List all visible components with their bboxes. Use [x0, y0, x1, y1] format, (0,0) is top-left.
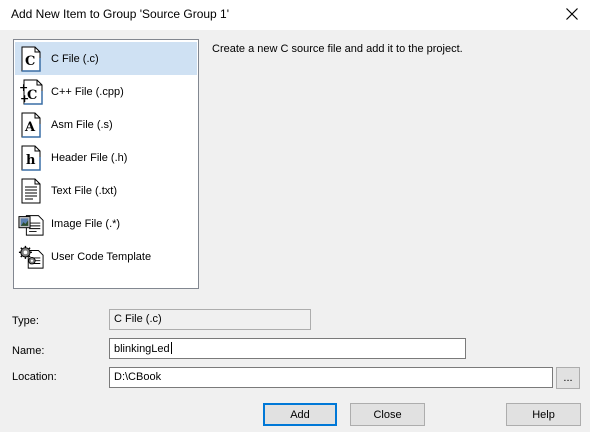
list-item-label: Asm File (.s): [51, 118, 113, 131]
list-item-label: C File (.c): [51, 52, 99, 65]
location-input[interactable]: D:\CBook: [109, 367, 553, 388]
asm-file-icon: A: [18, 111, 44, 139]
c-file-icon: C: [18, 45, 44, 73]
list-item-label: Image File (.*): [51, 217, 121, 230]
svg-text:A: A: [24, 120, 36, 135]
list-item-label: Text File (.txt): [51, 184, 118, 197]
close-icon: [566, 8, 578, 20]
title-bar: Add New Item to Group 'Source Group 1': [0, 0, 590, 30]
list-item-label: Header File (.h): [51, 151, 128, 164]
image-file-icon: [18, 210, 44, 238]
cpp-file-icon: C + +: [18, 78, 44, 106]
name-input-value: blinkingLed: [114, 343, 170, 355]
header-file-icon: h: [18, 144, 44, 172]
type-field: C File (.c): [109, 309, 311, 330]
close-button-label: Close: [373, 408, 402, 421]
list-item-c-file[interactable]: C C File (.c): [15, 42, 197, 75]
help-button[interactable]: Help: [506, 403, 581, 426]
name-input[interactable]: blinkingLed: [109, 338, 466, 359]
close-window-button[interactable]: [560, 3, 584, 25]
browse-button-label: ...: [563, 372, 573, 384]
add-button[interactable]: Add: [263, 403, 337, 426]
list-item-user-code-template[interactable]: User Code Template: [15, 240, 197, 273]
name-label: Name:: [12, 345, 45, 357]
list-item-label: User Code Template: [51, 250, 152, 263]
type-label: Type:: [12, 315, 39, 327]
text-file-icon: [18, 177, 44, 205]
list-item-asm-file[interactable]: A Asm File (.s): [15, 108, 197, 141]
svg-text:+: +: [20, 92, 29, 105]
list-item-cpp-file[interactable]: C + + C++ File (.cpp): [15, 75, 197, 108]
item-description: Create a new C source file and add it to…: [212, 43, 463, 55]
location-label: Location:: [12, 371, 57, 383]
list-item-text-file[interactable]: Text File (.txt): [15, 174, 197, 207]
window-title: Add New Item to Group 'Source Group 1': [11, 7, 230, 21]
user-code-template-icon: [18, 243, 44, 271]
close-button[interactable]: Close: [350, 403, 425, 426]
file-type-list[interactable]: C C File (.c) C + + C++ File (.cpp) A As…: [13, 39, 199, 289]
add-button-label: Add: [290, 408, 310, 421]
list-item-header-file[interactable]: h Header File (.h): [15, 141, 197, 174]
help-button-label: Help: [532, 408, 555, 421]
list-item-label: C++ File (.cpp): [51, 85, 124, 98]
text-caret: [170, 342, 172, 354]
list-item-image-file[interactable]: Image File (.*): [15, 207, 197, 240]
svg-text:C: C: [25, 54, 35, 69]
browse-button[interactable]: ...: [556, 367, 580, 389]
svg-text:h: h: [26, 153, 36, 168]
